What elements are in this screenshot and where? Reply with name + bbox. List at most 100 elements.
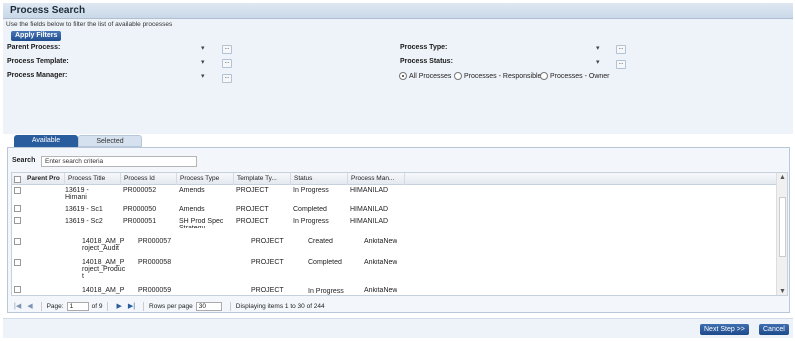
row-checkbox[interactable] (14, 259, 21, 266)
scroll-down-icon[interactable]: ▼ (777, 287, 787, 295)
cell-status: Completed (293, 206, 327, 213)
spacer (3, 129, 793, 134)
cell-process-id: PR000050 (123, 206, 157, 213)
cell-process-type: Amends (179, 206, 205, 213)
cell-status: Completed (308, 259, 342, 266)
table-row[interactable]: 14018_AM_P PR000059 PROJECT In Progress … (12, 284, 777, 295)
cell-process-manager: AnkitaNew (364, 259, 398, 266)
cell-process-type: Amends (179, 187, 205, 194)
previous-page-icon[interactable]: ◀ (27, 302, 32, 310)
radio-selected-icon (399, 72, 407, 80)
tab-available[interactable]: Available (14, 135, 78, 147)
table-row[interactable]: 13619 - Sc1 PR000050 Amends PROJECT Comp… (12, 205, 777, 215)
process-manager-dropdown-icon[interactable]: ▾ (201, 72, 205, 80)
process-manager-label: Process Manager: (7, 72, 68, 79)
display-summary: Displaying items 1 to 30 of 244 (235, 302, 325, 310)
column-header-status[interactable]: Status (291, 173, 348, 185)
filter-panel: Use the fields below to filter the list … (3, 19, 793, 129)
last-page-icon[interactable]: ▶| (128, 302, 135, 310)
results-table: Parent Pro Process Title Process Id Proc… (11, 172, 788, 296)
table-header: Parent Pro Process Title Process Id Proc… (12, 173, 777, 185)
scrollbar-thumb[interactable] (779, 197, 786, 257)
cell-process-type: SH Prod Spec Strategy (179, 218, 224, 228)
table-row[interactable]: 14018_AM_P roject_Produc t PR000058 PROJ… (12, 256, 777, 280)
search-label: Search (12, 157, 36, 164)
divider (229, 301, 231, 311)
select-all-checkbox[interactable] (14, 176, 21, 183)
column-header-process-type[interactable]: Process Type (177, 173, 234, 185)
search-input[interactable]: Enter search criteria (41, 156, 197, 167)
scroll-up-icon[interactable]: ▲ (777, 173, 787, 183)
divider (143, 301, 145, 311)
column-header-process-title[interactable]: Process Title (65, 173, 121, 185)
column-header-template-type[interactable]: Template Ty... (234, 173, 291, 185)
row-checkbox[interactable] (14, 238, 21, 245)
process-status-dropdown-icon[interactable]: ▾ (596, 58, 600, 66)
row-checkbox[interactable] (14, 187, 21, 194)
cell-process-title: 13619 - Sc1 (65, 206, 103, 213)
tab-selected[interactable]: Selected (78, 135, 142, 147)
cell-template-type: PROJECT (236, 206, 269, 213)
process-type-dropdown-icon[interactable]: ▾ (596, 44, 600, 52)
radio-all-processes[interactable]: All Processes (399, 72, 451, 80)
next-step-button[interactable]: Next Step >> (700, 324, 749, 335)
filter-hint: Use the fields below to filter the list … (6, 21, 173, 28)
radio-processes-responsible[interactable]: Processes - Responsible (454, 72, 541, 80)
page-count: of 9 (91, 302, 103, 310)
radio-owner-label: Processes - Owner (550, 72, 610, 80)
cell-status: Created (308, 238, 333, 245)
cell-status: In Progress (308, 288, 344, 295)
row-checkbox[interactable] (14, 286, 21, 293)
parent-process-label: Parent Process: (7, 44, 61, 51)
page-label: Page: (46, 302, 64, 310)
vertical-scrollbar[interactable]: ▲ ▼ (776, 173, 787, 295)
process-status-label: Process Status: (400, 58, 453, 65)
parent-process-dropdown-icon[interactable]: ▾ (201, 44, 205, 52)
page-title: Process Search (10, 5, 86, 16)
cell-process-id: PR000057 (138, 238, 172, 245)
process-template-lookup-button[interactable]: ... (222, 59, 232, 68)
radio-unselected-icon (454, 72, 462, 80)
divider (40, 301, 42, 311)
cell-status: In Progress (293, 218, 329, 225)
process-type-label: Process Type: (400, 44, 448, 51)
title-bar: Process Search (3, 3, 793, 19)
cancel-button[interactable]: Cancel (759, 324, 789, 335)
next-page-icon[interactable]: ▶ (116, 302, 121, 310)
cell-status: In Progress (293, 187, 329, 194)
cell-template-type: PROJECT (236, 218, 269, 225)
cell-process-id: PR000059 (138, 287, 172, 294)
cell-process-id: PR000052 (123, 187, 157, 194)
cell-process-manager: HIMANILAD (350, 206, 389, 213)
cell-process-title: 13619 - Sc2 (65, 218, 103, 225)
column-header-parent-process[interactable]: Parent Pro (24, 173, 65, 185)
row-checkbox[interactable] (14, 205, 21, 212)
radio-all-label: All Processes (409, 72, 452, 80)
cell-process-manager: HIMANILAD (350, 218, 389, 225)
cell-process-id: PR000051 (123, 218, 157, 225)
column-header-process-manager[interactable]: Process Man... (348, 173, 405, 185)
process-type-lookup-button[interactable]: ... (616, 45, 626, 54)
first-page-icon[interactable]: |◀ (14, 302, 21, 310)
cell-process-manager: HIMANILAD (350, 187, 389, 194)
rows-per-page-input[interactable]: 30 (195, 301, 222, 311)
tab-bar: Available Selected (14, 135, 142, 147)
cell-process-title: 14018_AM_P roject_Audit (82, 238, 125, 252)
radio-processes-owner[interactable]: Processes - Owner (540, 72, 610, 80)
apply-filters-button[interactable]: Apply Filters (11, 31, 62, 41)
cell-template-type: PROJECT (251, 287, 284, 294)
table-row[interactable]: 14018_AM_P roject_Audit PR000057 PROJECT… (12, 235, 777, 252)
column-header-process-id[interactable]: Process Id (121, 173, 177, 185)
table-row[interactable]: 13619 - Himani PR000052 Amends PROJECT I… (12, 186, 777, 202)
footer-bar: Next Step >> Cancel (3, 318, 793, 338)
cell-process-title: 13619 - Himani (65, 187, 89, 201)
page-number-input[interactable]: 1 (66, 301, 89, 311)
table-row[interactable]: 13619 - Sc2 PR000051 SH Prod Spec Strate… (12, 217, 777, 228)
radio-responsible-label: Processes - Responsible (464, 72, 542, 80)
row-checkbox[interactable] (14, 217, 21, 224)
process-status-lookup-button[interactable]: ... (616, 60, 626, 69)
process-template-dropdown-icon[interactable]: ▾ (201, 58, 205, 66)
parent-process-lookup-button[interactable]: ... (222, 45, 232, 54)
cell-template-type: PROJECT (236, 187, 269, 194)
process-manager-lookup-button[interactable]: ... (222, 74, 232, 83)
